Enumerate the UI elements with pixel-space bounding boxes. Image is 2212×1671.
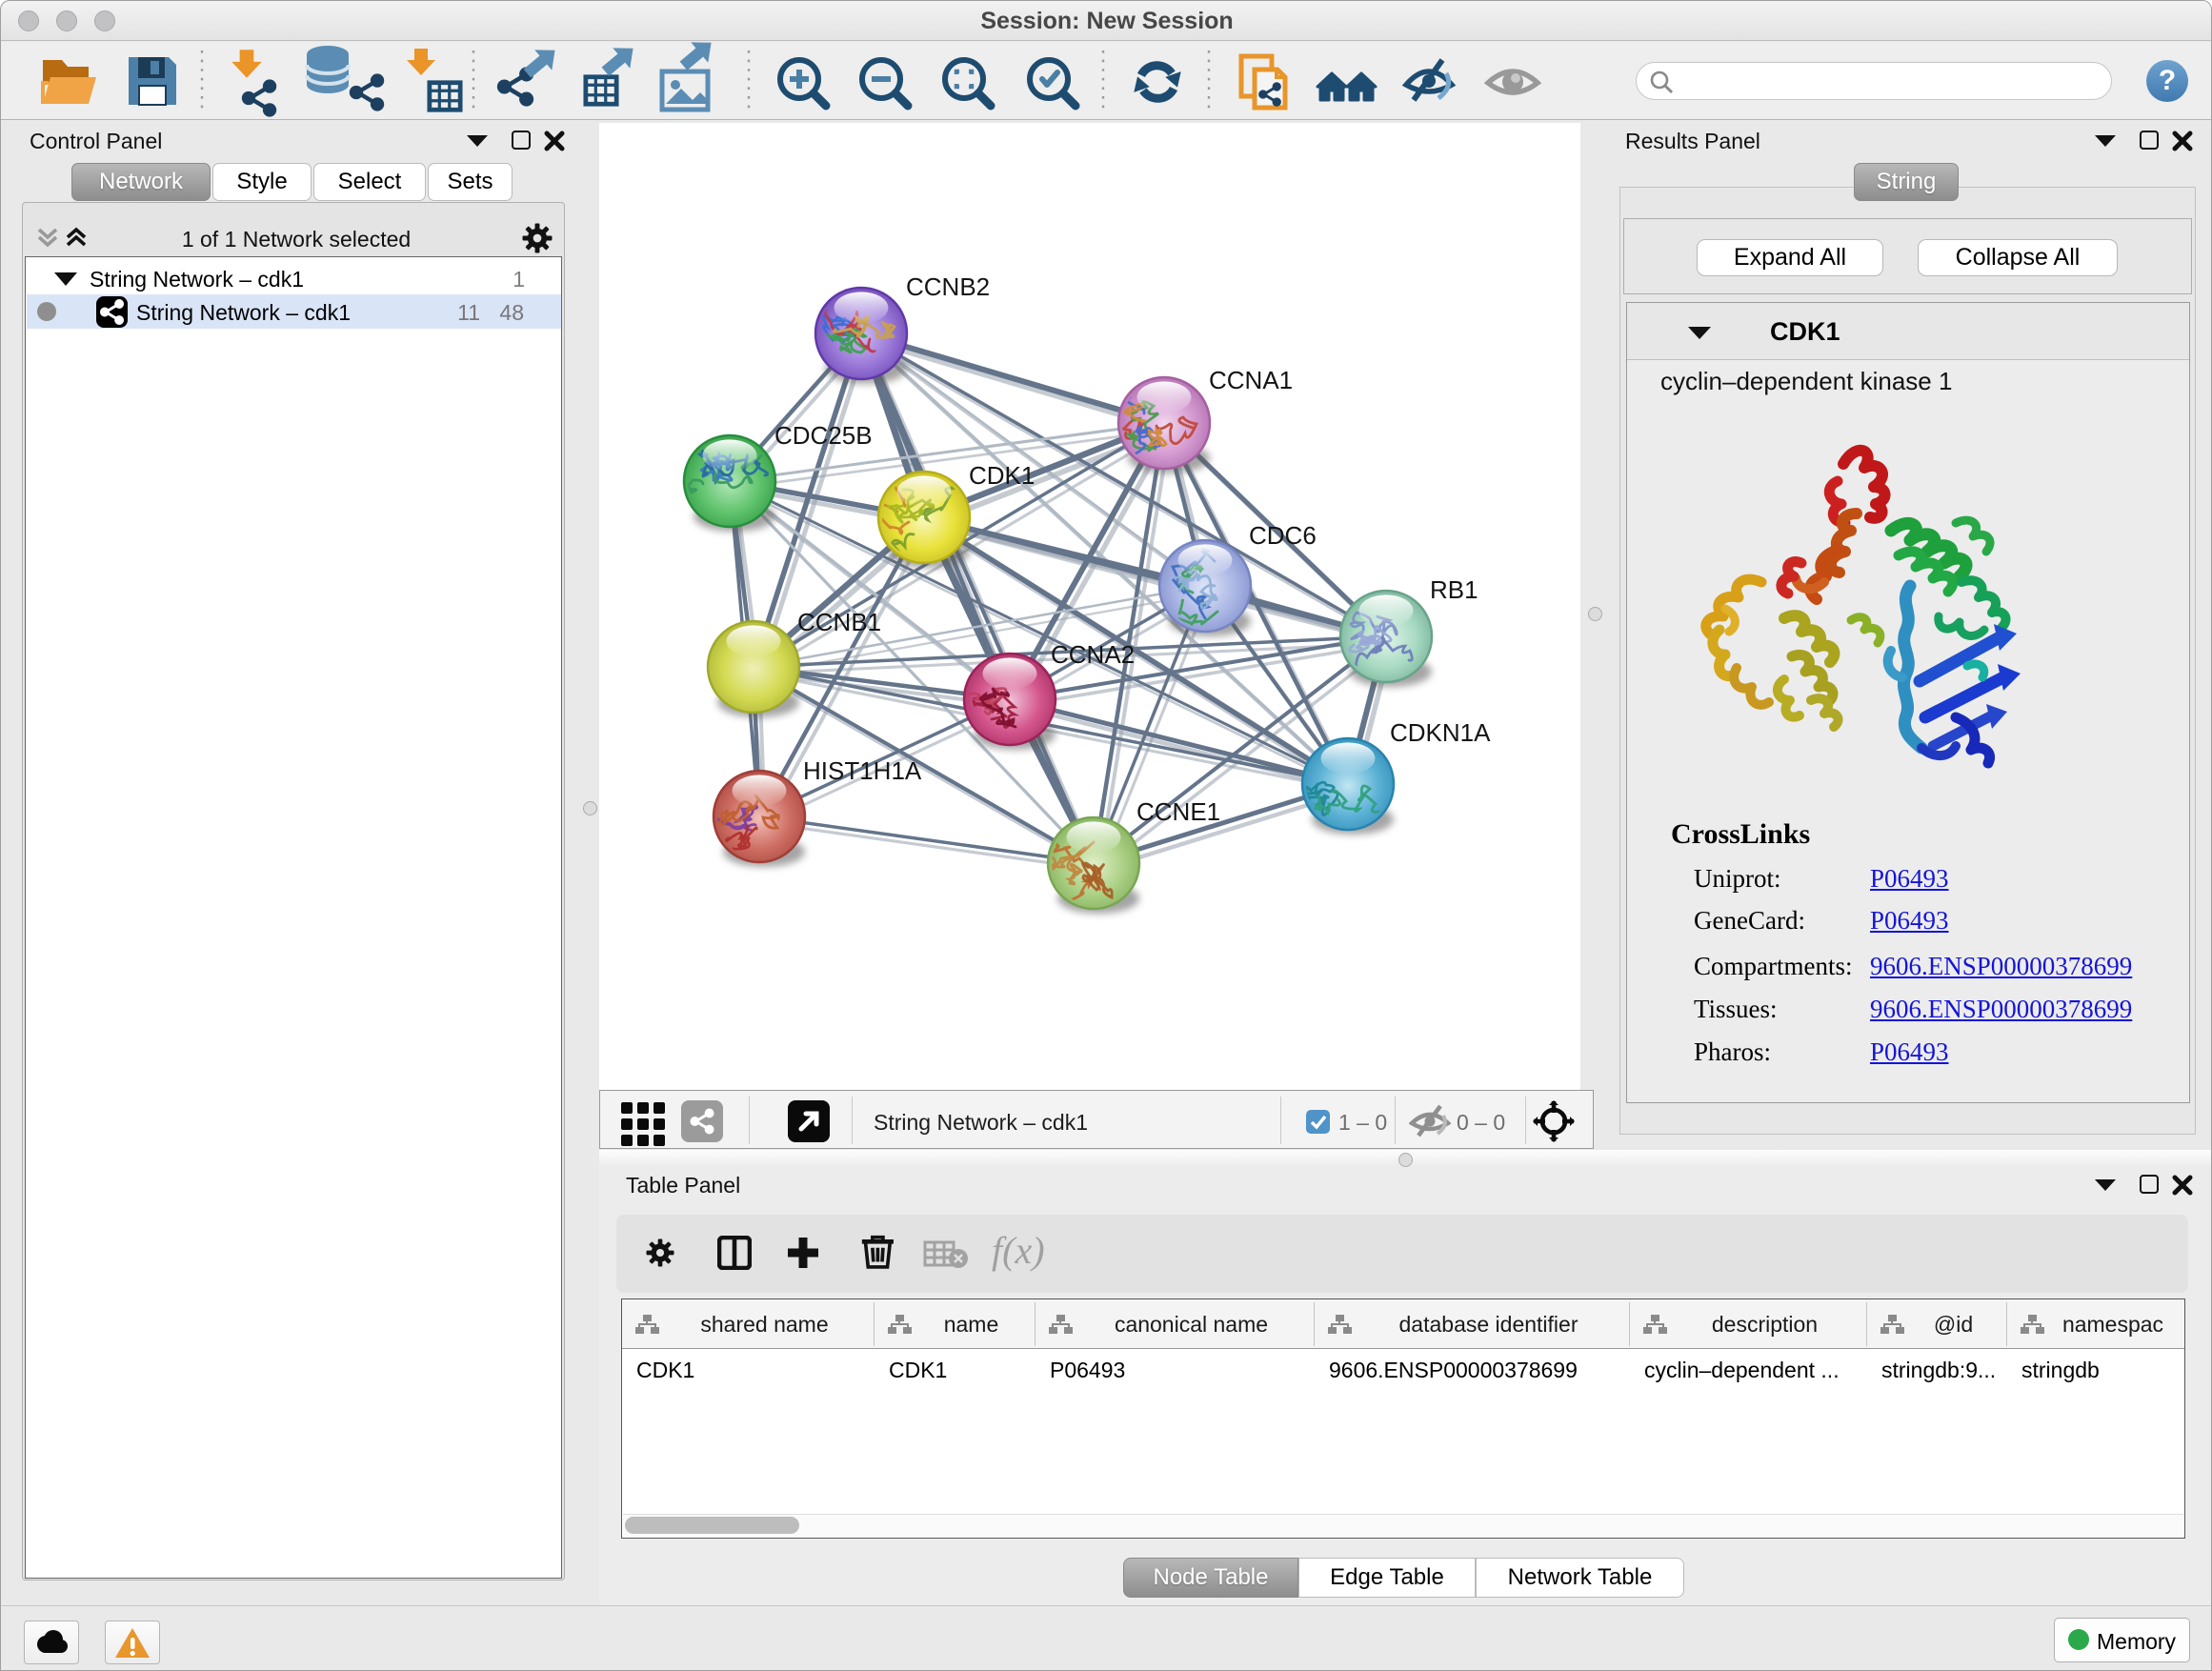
svg-text:RB1: RB1 [1430,575,1478,604]
svg-text:CCNA2: CCNA2 [1051,640,1135,669]
svg-text:CCNA1: CCNA1 [1209,366,1293,394]
svg-text:CDC6: CDC6 [1249,521,1317,550]
svg-text:CDKN1A: CDKN1A [1390,718,1491,747]
svg-text:CDK1: CDK1 [969,461,1035,490]
svg-text:CCNB1: CCNB1 [797,608,881,636]
svg-text:CCNE1: CCNE1 [1136,797,1220,826]
svg-text:HIST1H1A: HIST1H1A [803,756,922,785]
svg-text:CCNB2: CCNB2 [906,272,990,301]
svg-text:CDC25B: CDC25B [774,421,873,450]
